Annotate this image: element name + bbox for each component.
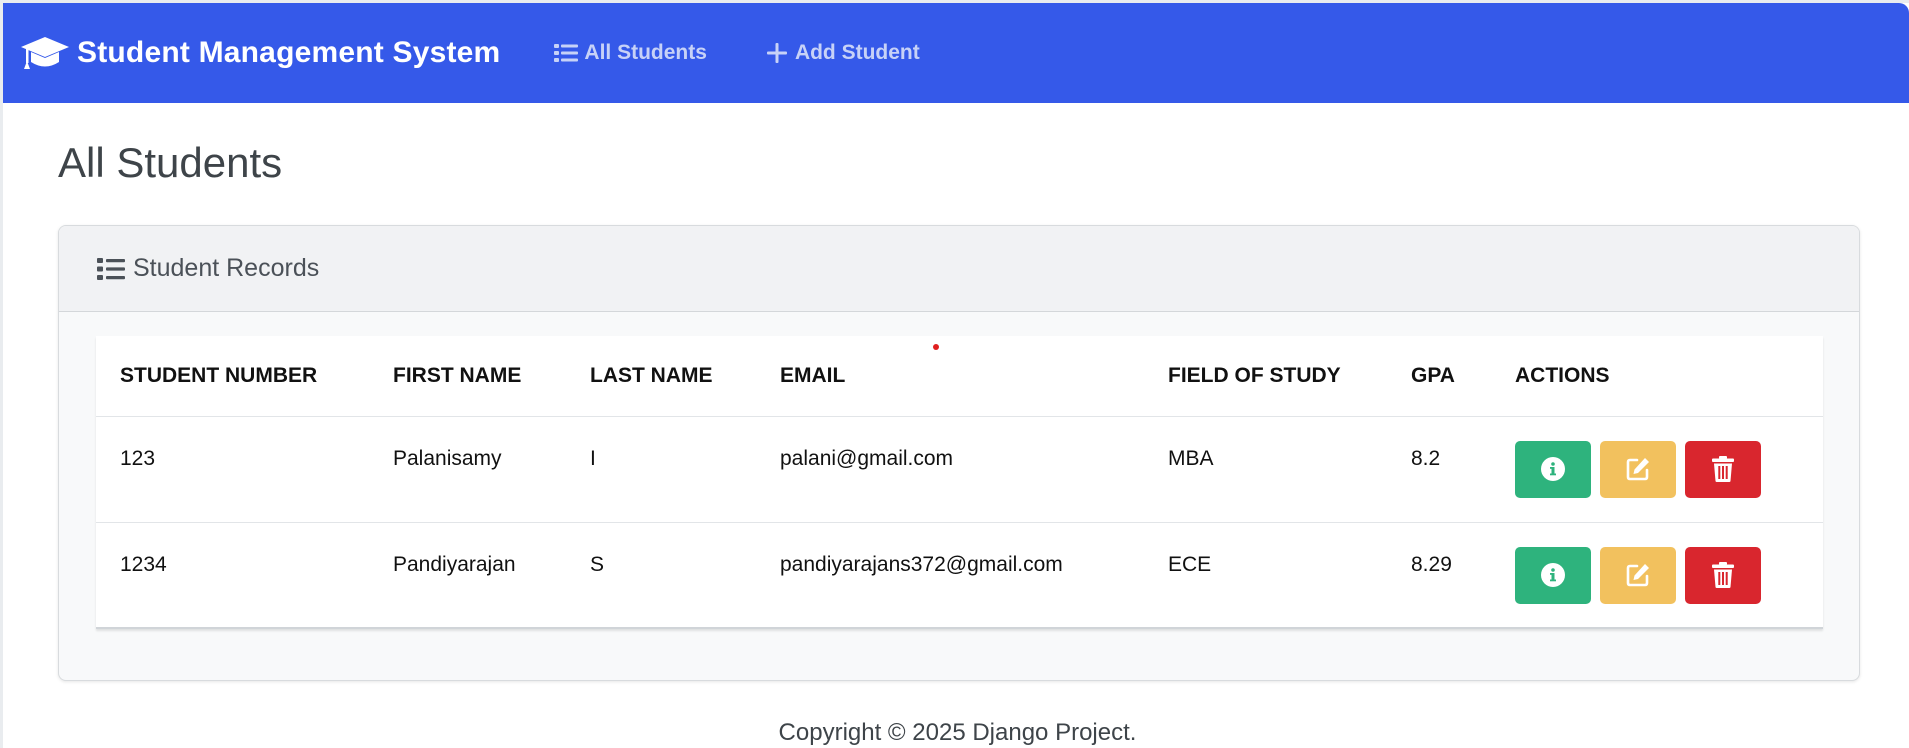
cell-first-name: Palanisamy [369,416,566,523]
table-header-row: Student Number First Name Last Name Emai… [96,336,1823,417]
column-header-gpa: GPA [1387,336,1491,417]
brand-title: Student Management System [77,36,501,69]
graduation-cap-icon [20,33,70,73]
view-details-button[interactable] [1515,440,1591,498]
footer-copyright: Copyright © 2025 Django Project. [778,719,1137,746]
cell-email: pandiyarajans372@gmail.com [756,522,1144,629]
nav-all-students[interactable]: All Students [554,41,707,65]
page: Student Management System All Students A… [0,0,1909,748]
column-header-first-name: First Name [369,336,566,417]
table-row: 1234 Pandiyarajan S pandiyarajans372@gma… [96,522,1823,629]
brand-link[interactable]: Student Management System [20,33,500,73]
cell-gpa: 8.29 [1387,522,1491,629]
nav-add-student-label: Add Student [794,41,920,64]
cell-actions [1491,522,1823,629]
column-header-last-name: Last Name [566,336,756,417]
edit-icon [1625,562,1651,588]
navbar: Student Management System All Students A… [3,3,1909,103]
list-icon [97,256,125,282]
info-icon [1541,563,1565,587]
cursor-dot [933,344,939,350]
student-records-card: Student Records Student Number First Nam… [58,225,1860,681]
cell-gpa: 8.2 [1387,416,1491,523]
nav-all-students-label: All Students [584,41,707,64]
students-table: Student Number First Name Last Name Emai… [96,336,1823,629]
cell-actions [1491,416,1823,523]
cell-last-name: S [566,522,756,629]
cell-field-of-study: MBA [1144,416,1387,523]
delete-button[interactable] [1685,440,1761,498]
page-title: All Students [58,139,283,186]
column-header-actions: Actions [1491,336,1823,417]
cell-email: palani@gmail.com [756,416,1144,523]
info-icon [1541,457,1565,481]
edit-button[interactable] [1600,440,1676,498]
edit-icon [1625,456,1651,482]
cell-student-number: 1234 [96,522,369,629]
nav-add-student[interactable]: Add Student [765,41,920,65]
cell-last-name: I [566,416,756,523]
card-header-title: Student Records [133,254,320,282]
plus-icon [765,41,789,65]
column-header-student-number: Student Number [96,336,369,417]
cell-field-of-study: ECE [1144,522,1387,629]
cell-student-number: 123 [96,416,369,523]
students-table-container: Student Number First Name Last Name Emai… [96,336,1823,629]
cell-first-name: Pandiyarajan [369,522,566,629]
edit-button[interactable] [1600,546,1676,604]
column-header-email: Email [756,336,1144,417]
list-icon [554,41,579,65]
card-header: Student Records [59,226,1859,312]
trash-icon [1712,562,1734,588]
delete-button[interactable] [1685,546,1761,604]
table-row: 123 Palanisamy I palani@gmail.com MBA 8.… [96,416,1823,523]
view-details-button[interactable] [1515,546,1591,604]
trash-icon [1712,456,1734,482]
column-header-field-of-study: Field of Study [1144,336,1387,417]
